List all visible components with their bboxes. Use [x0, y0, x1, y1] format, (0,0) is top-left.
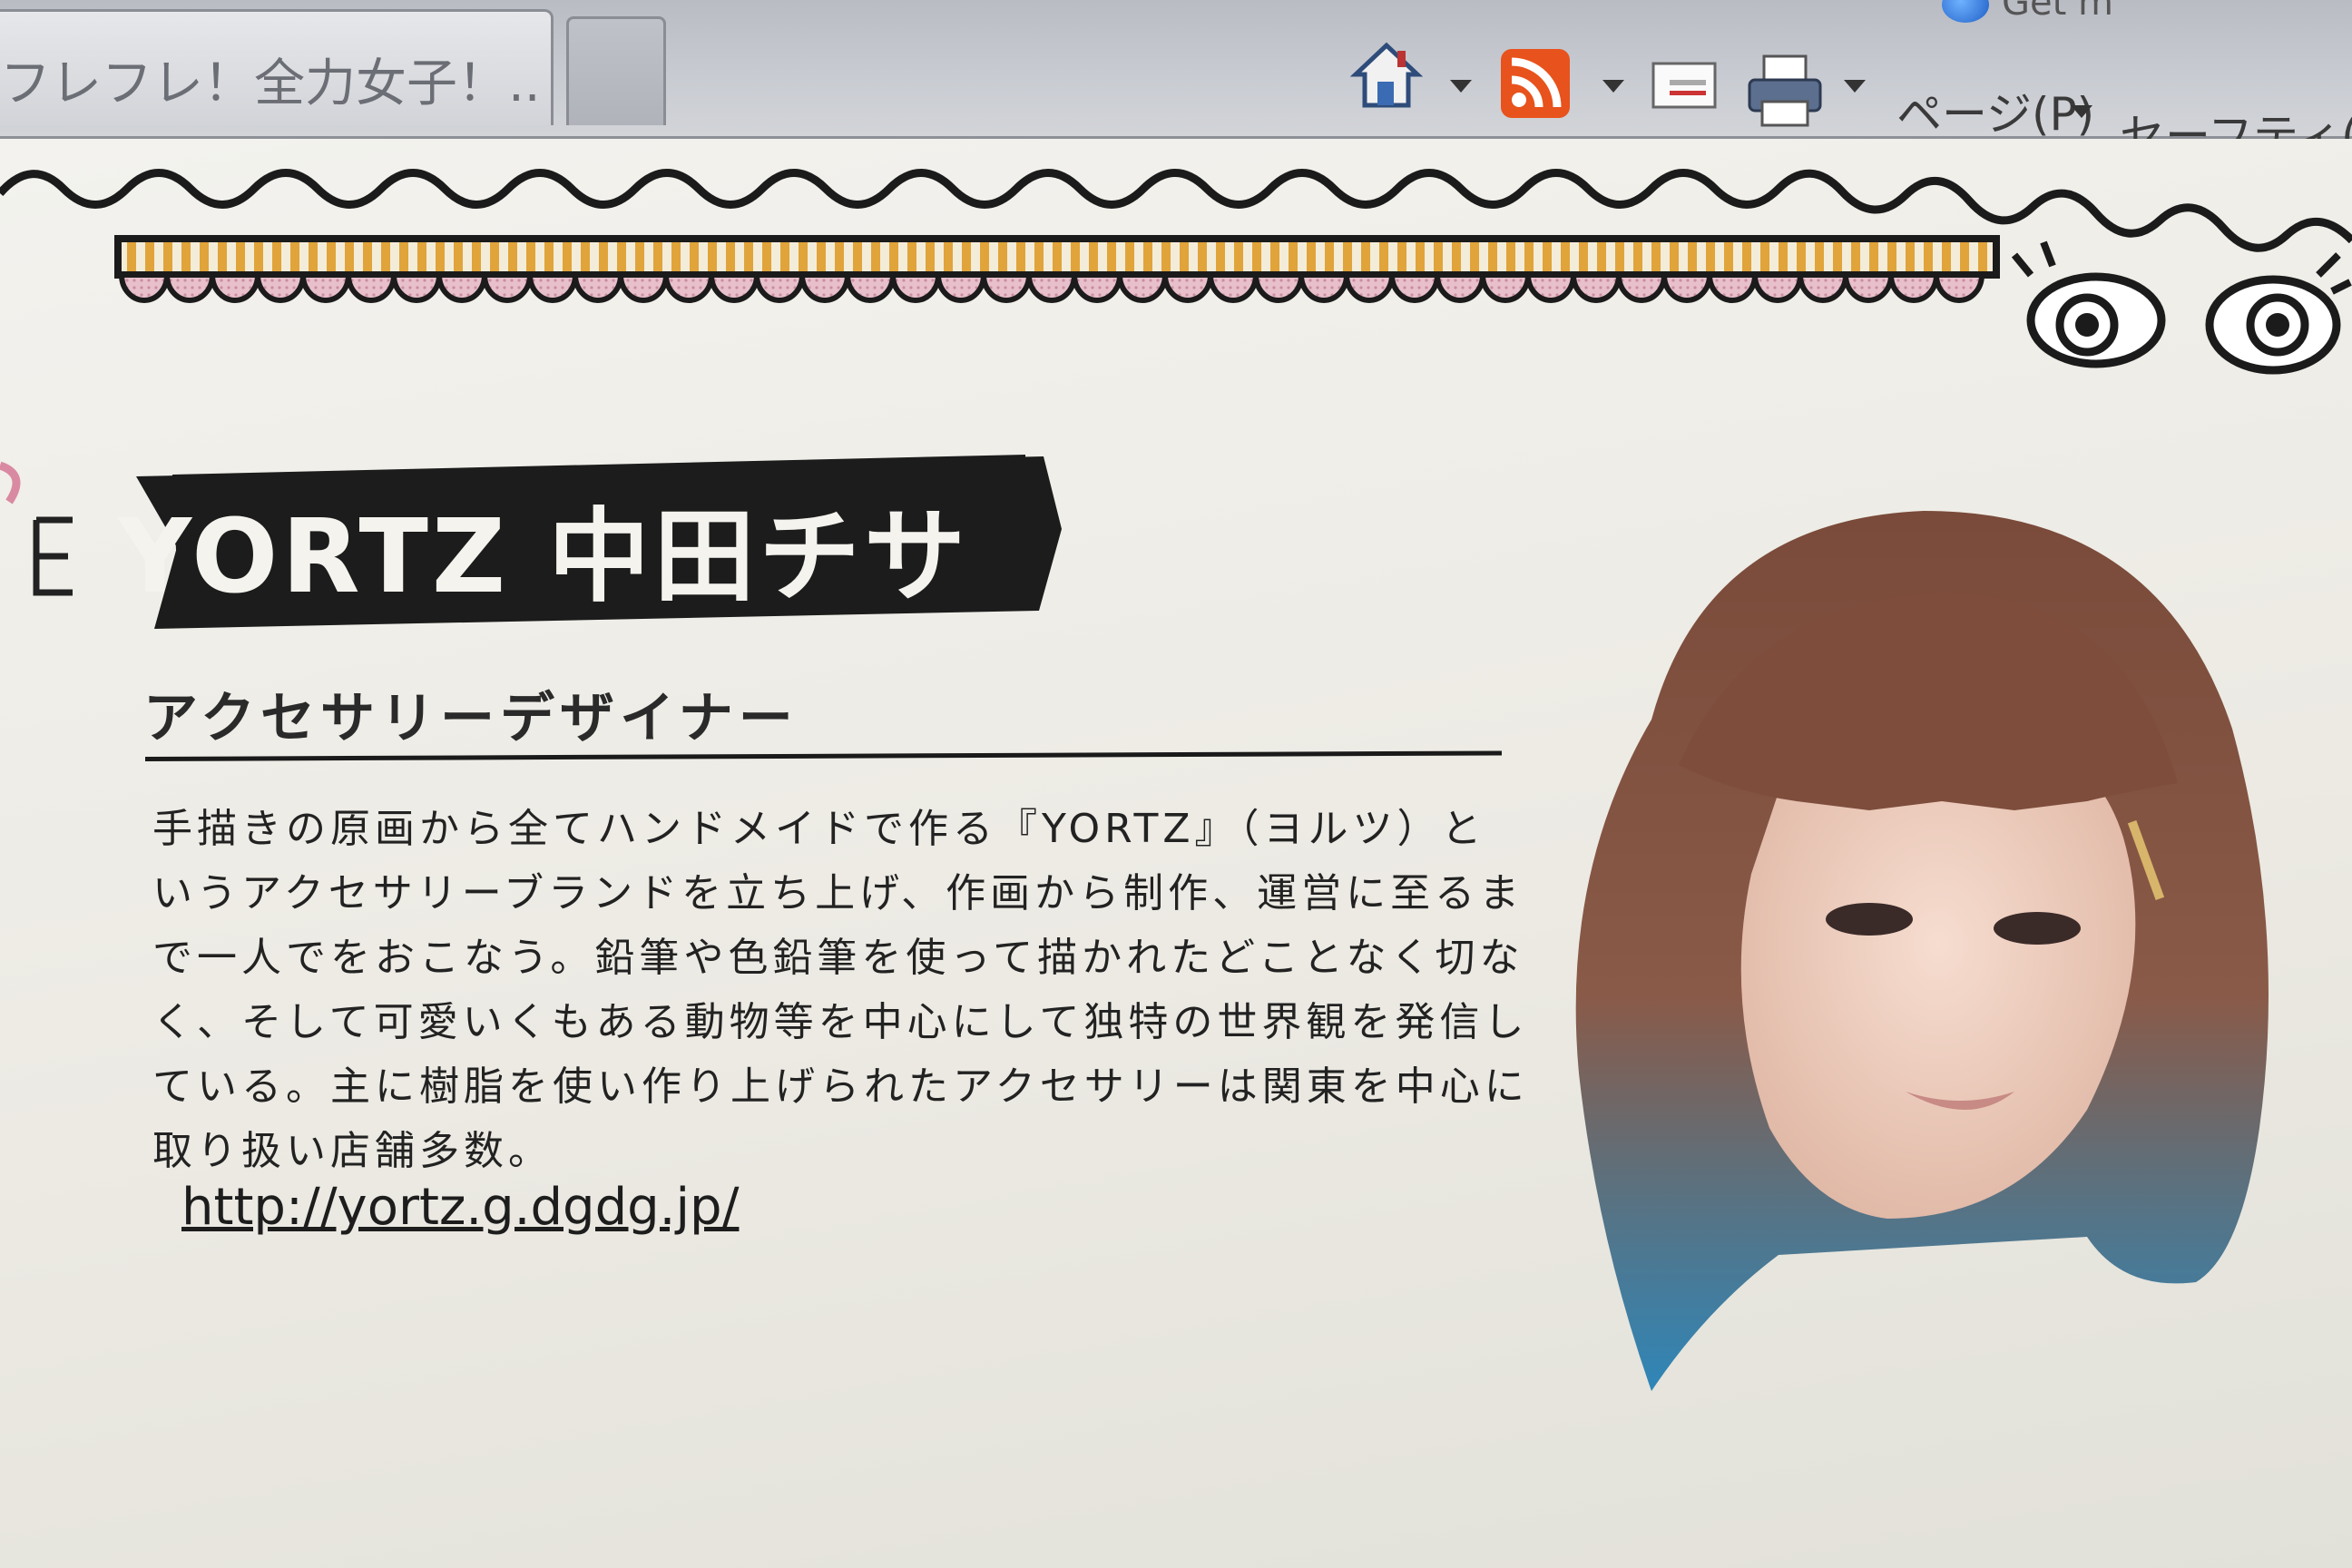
awning-stripe — [114, 235, 2000, 279]
profile-bio: 手描きの原画から全てハンドメイドで作る『YORTZ』（ヨルツ）と いうアクセサリ… — [152, 797, 1529, 1183]
awning-scallop — [345, 272, 397, 303]
awning-scallops — [118, 272, 1985, 303]
awning-scallop — [526, 272, 579, 303]
bio-line: 取り扱い店舗多数。 — [152, 1128, 553, 1174]
awning-scallop — [889, 272, 942, 303]
awning-scallop — [617, 272, 670, 303]
awning-scallop — [844, 272, 897, 303]
bio-line: ている。主に樹脂を使い作り上げられたアクセサリーは関東を中心に — [152, 1063, 1529, 1110]
side-decoration — [0, 461, 73, 596]
awning-scallop — [163, 272, 216, 303]
awning-scallop — [1706, 272, 1759, 303]
rss-feed-icon[interactable] — [1499, 47, 1572, 120]
awning-scallop — [254, 272, 307, 303]
awning-scallop — [1025, 272, 1078, 303]
bio-line: いうアクセサリーブランドを立ち上げ、作画から制作、運営に至るま — [152, 870, 1524, 916]
awning-scallop — [1887, 272, 1940, 303]
new-tab-button[interactable] — [566, 16, 666, 125]
awning-scallop — [118, 272, 171, 303]
awning-scallop — [799, 272, 851, 303]
profile-role: アクセサリーデザイナー — [143, 687, 799, 750]
awning-scallop — [1116, 272, 1169, 303]
rss-dropdown-caret[interactable] — [1602, 80, 1624, 93]
awning-scallop — [1570, 272, 1622, 303]
awning-scallop — [1388, 272, 1441, 303]
get-more-addons-link[interactable]: Get m — [1942, 0, 2113, 25]
bio-line: で一人でをおこなう。鉛筆や色鉛筆を使って描かれたどことなく切な — [152, 935, 1524, 981]
awning-scallop — [1252, 272, 1305, 303]
awning-scallop — [1434, 272, 1486, 303]
awning-scallop — [1071, 272, 1123, 303]
awning-scallop — [1661, 272, 1713, 303]
home-dropdown-caret[interactable] — [1450, 80, 1472, 93]
awning-scallop — [481, 272, 534, 303]
awning-scallop — [1933, 272, 1985, 303]
awning-scallop — [1751, 272, 1804, 303]
awning-scallop — [1797, 272, 1849, 303]
awning-scallop — [1842, 272, 1895, 303]
browser-toolbar: フレフレ！全力女子！... Get m ページ(P) セーフティ(S) — [0, 0, 2352, 162]
awning-scallop — [662, 272, 715, 303]
ie-logo-icon — [1942, 0, 1989, 23]
awning-scallop — [708, 272, 760, 303]
awning-scallop — [1479, 272, 1532, 303]
mail-icon[interactable] — [1651, 62, 1717, 111]
awning-scallop — [1298, 272, 1350, 303]
page-menu[interactable]: ページ(P) — [1896, 78, 2094, 143]
awning-scallop — [980, 272, 1033, 303]
awning-scallop — [1207, 272, 1259, 303]
awning-scallop — [935, 272, 987, 303]
awning-scallop — [1615, 272, 1668, 303]
eyes-illustration — [2011, 240, 2352, 375]
tab-title: フレフレ！全力女子！... — [0, 54, 544, 113]
profile-name: YORTZ 中田チサ — [118, 498, 970, 616]
awning-scallop — [436, 272, 488, 303]
page-menu-caret[interactable] — [2071, 105, 2092, 118]
awning-scallop — [209, 272, 261, 303]
print-dropdown-caret[interactable] — [1844, 80, 1866, 93]
web-page: YORTZ 中田チサ アクセサリーデザイナー 手描きの原画から全てハンドメイドで… — [0, 139, 2352, 1568]
home-icon[interactable] — [1350, 40, 1423, 113]
awning-scallop — [390, 272, 443, 303]
profile-website-link[interactable]: http://yortz.g.dgdg.jp/ — [181, 1178, 739, 1237]
awning-scallop — [299, 272, 352, 303]
awning-scallop — [572, 272, 624, 303]
awning-scallop — [1524, 272, 1577, 303]
awning-scallop — [753, 272, 806, 303]
bio-line: く、そして可愛いくもある動物等を中心にして独特の世界観を発信し — [152, 999, 1529, 1045]
bio-line: 手描きの原画から全てハンドメイドで作る『YORTZ』（ヨルツ）と — [152, 806, 1486, 852]
profile-photo — [1575, 511, 2269, 1391]
awning-scallop — [1161, 272, 1214, 303]
browser-tab-active[interactable]: フレフレ！全力女子！... — [0, 9, 554, 125]
awning-scallop — [1343, 272, 1396, 303]
print-icon[interactable] — [1746, 54, 1824, 129]
